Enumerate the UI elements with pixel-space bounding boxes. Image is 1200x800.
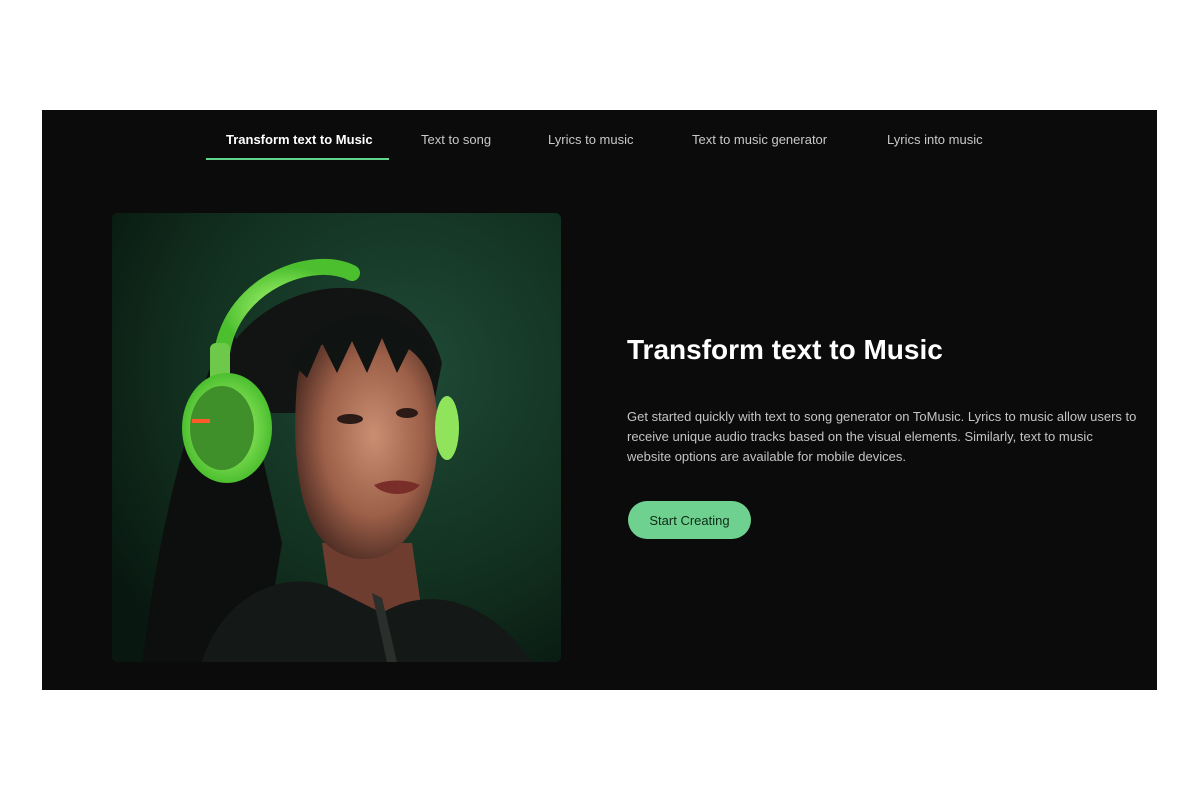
tab-text-to-music-generator[interactable]: Text to music generator bbox=[692, 132, 827, 147]
hero-image bbox=[112, 213, 561, 662]
active-tab-indicator bbox=[206, 158, 389, 160]
tab-lyrics-into-music[interactable]: Lyrics into music bbox=[887, 132, 983, 147]
hero-title: Transform text to Music bbox=[627, 334, 943, 365]
hero-description: Get started quickly with text to song ge… bbox=[627, 409, 1137, 464]
tab-lyrics-to-music[interactable]: Lyrics to music bbox=[548, 132, 633, 147]
tab-transform-text-to-music[interactable]: Transform text to Music bbox=[226, 132, 373, 147]
tab-bar: Transform text to Music Text to song Lyr… bbox=[42, 110, 1157, 162]
start-creating-button[interactable]: Start Creating bbox=[628, 501, 751, 539]
hero-section: Transform text to Music Text to song Lyr… bbox=[42, 110, 1157, 690]
woman-with-headphones-illustration bbox=[112, 213, 561, 662]
tab-text-to-song[interactable]: Text to song bbox=[421, 132, 491, 147]
